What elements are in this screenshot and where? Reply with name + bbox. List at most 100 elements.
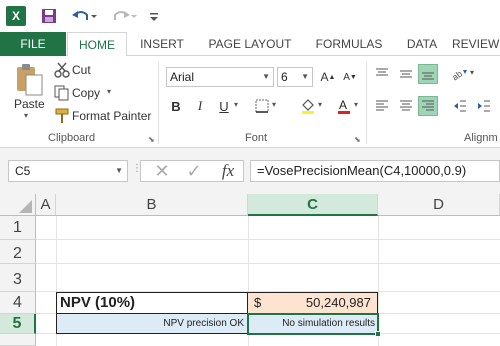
align-left-icon (376, 100, 388, 111)
cell-c4[interactable]: $ 50,240,987 (248, 292, 378, 314)
align-right-button[interactable] (418, 96, 438, 116)
align-center-button[interactable] (396, 96, 416, 116)
underline-dropdown-icon[interactable]: ▾ (234, 100, 238, 109)
excel-logo-icon: X (6, 6, 26, 26)
fill-color-button[interactable] (298, 96, 318, 116)
gridline (36, 239, 500, 240)
save-icon (42, 9, 56, 23)
redo-icon (114, 11, 137, 20)
svg-text:A: A (339, 98, 347, 112)
tab-home[interactable]: HOME (67, 32, 127, 57)
row-header-3[interactable]: 3 (0, 264, 36, 292)
italic-button[interactable]: I (190, 96, 210, 116)
tab-formulas[interactable]: FORMULAS (308, 32, 390, 56)
font-color-button[interactable]: A (334, 96, 354, 116)
customize-toolbar-icon[interactable] (148, 6, 160, 26)
decrease-indent-button[interactable] (450, 96, 470, 116)
select-all-button[interactable] (0, 194, 36, 216)
align-middle-button[interactable] (396, 64, 416, 84)
worksheet-grid[interactable]: A B C D 1 2 3 4 5 NPV (10%) $ 50,240,987… (0, 194, 500, 346)
underline-button[interactable]: U (214, 96, 234, 116)
column-header-b[interactable]: B (56, 194, 248, 216)
paste-dropdown-icon[interactable]: ▾ (24, 111, 28, 120)
redo-button[interactable] (110, 6, 138, 26)
copy-dropdown-icon[interactable]: ▾ (107, 87, 111, 96)
clipboard-launcher-icon[interactable]: ⬊ (148, 135, 155, 144)
gridline (36, 263, 500, 264)
select-all-icon (19, 200, 32, 213)
undo-button[interactable] (70, 6, 98, 26)
row-header-2[interactable]: 2 (0, 240, 36, 264)
fill-handle[interactable] (375, 331, 381, 337)
borders-button[interactable] (252, 96, 272, 116)
selection-outline (247, 313, 379, 335)
quick-access-toolbar: X (0, 0, 500, 32)
borders-dropdown-icon[interactable]: ▾ (272, 100, 276, 109)
bold-button[interactable]: B (166, 96, 186, 116)
formula-buttons: ✕ ✓ fx (140, 160, 244, 182)
enter-icon[interactable]: ✓ (181, 161, 207, 181)
ribbon-tabs: FILE HOME INSERT PAGE LAYOUT FORMULAS DA… (0, 32, 500, 57)
font-group-label: Font (245, 132, 268, 144)
increase-font-size-button[interactable]: A ▲ (318, 67, 338, 87)
cell-b5[interactable]: NPV precision OK (56, 314, 248, 334)
row-header-1[interactable]: 1 (0, 216, 36, 240)
currency-symbol: $ (254, 295, 262, 310)
font-size-value: 6 (281, 70, 288, 84)
cancel-icon[interactable]: ✕ (149, 161, 175, 181)
increase-indent-button[interactable] (474, 96, 494, 116)
alignment-group-label: Alignm (464, 132, 498, 144)
column-header-d[interactable]: D (378, 194, 500, 216)
decrease-font-size-button[interactable]: A ▼ (340, 67, 360, 87)
align-top-button[interactable] (372, 64, 392, 84)
align-top-icon (376, 68, 388, 76)
group-divider (366, 62, 367, 144)
align-middle-icon (400, 70, 412, 78)
row-header-5[interactable]: 5 (0, 314, 36, 334)
clipboard-group-label: Clipboard (48, 132, 96, 144)
save-button[interactable] (40, 6, 58, 26)
name-box[interactable]: C5 ▼ (8, 160, 128, 182)
align-bottom-button[interactable] (418, 64, 438, 84)
ribbon-home: Paste ▾ Cut Copy ▾ Format Painter Clipbo… (0, 56, 500, 148)
tab-review[interactable]: REVIEW (452, 32, 500, 56)
svg-text:ab: ab (452, 69, 464, 81)
insert-function-icon[interactable]: fx (215, 161, 241, 181)
font-name-value: Arial (170, 70, 195, 84)
paste-button[interactable] (14, 62, 44, 96)
format-painter-icon[interactable] (54, 108, 70, 124)
group-divider (158, 62, 159, 144)
cut-button[interactable]: Cut (72, 63, 91, 77)
fill-color-dropdown-icon[interactable]: ▾ (318, 100, 322, 109)
copy-button[interactable]: Copy (72, 86, 100, 100)
row-header-4[interactable]: 4 (0, 292, 36, 314)
font-color-icon: A (338, 98, 350, 114)
format-painter-button[interactable]: Format Painter (72, 109, 151, 123)
font-size-select[interactable]: 6 ▼ (277, 67, 313, 87)
cell-b4[interactable]: NPV (10%) (56, 292, 248, 314)
orientation-dropdown-icon[interactable]: ▾ (470, 68, 474, 77)
font-name-select[interactable]: Arial ▼ (166, 67, 274, 87)
tab-data[interactable]: DATA (398, 32, 446, 56)
chevron-down-icon: ▼ (115, 166, 123, 175)
tab-file[interactable]: FILE (0, 32, 66, 56)
font-launcher-icon[interactable]: ⬊ (354, 135, 361, 144)
align-right-icon (422, 100, 434, 111)
align-left-button[interactable] (372, 96, 392, 116)
paste-label[interactable]: Paste (14, 97, 45, 111)
chevron-down-icon: ▼ (301, 72, 309, 81)
font-color-dropdown-icon[interactable]: ▾ (354, 100, 358, 109)
row-header-6[interactable] (0, 334, 36, 346)
orientation-button[interactable]: ab (450, 64, 470, 84)
orientation-icon: ab (452, 69, 467, 81)
column-header-a[interactable]: A (36, 194, 56, 216)
cut-icon[interactable] (54, 62, 70, 78)
copy-icon[interactable] (54, 85, 70, 101)
column-header-c[interactable]: C (248, 194, 378, 216)
formula-input[interactable]: =VosePrecisionMean(C4,10000,0.9) (250, 160, 500, 182)
tab-page-layout[interactable]: PAGE LAYOUT (200, 32, 300, 56)
name-box-value: C5 (15, 164, 31, 178)
fill-color-icon (302, 99, 314, 114)
align-bottom-icon (422, 72, 434, 80)
tab-insert[interactable]: INSERT (132, 32, 192, 56)
